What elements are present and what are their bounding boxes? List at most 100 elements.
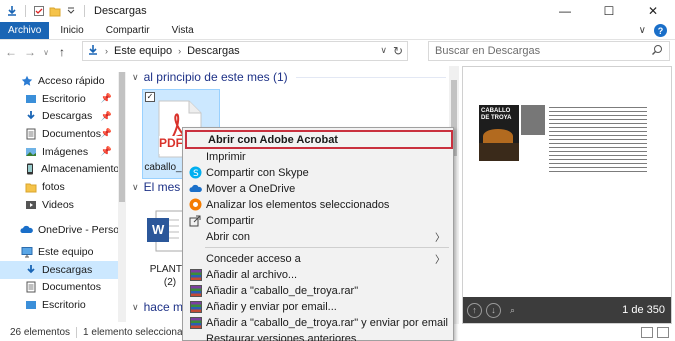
download-arrow-icon[interactable] xyxy=(6,5,18,17)
phone-storage-icon xyxy=(24,163,36,176)
large-icons-view-button[interactable] xyxy=(657,327,669,338)
menu-item-scan[interactable]: Analizar los elementos seleccionados xyxy=(185,196,453,213)
tab-compartir[interactable]: Compartir xyxy=(95,22,161,39)
submenu-arrow-icon: 〉 xyxy=(435,233,445,244)
ribbon-tabs: Archivo Inicio Compartir Vista ∨ ? xyxy=(0,22,675,40)
title-bar: Descargas — ☐ ✕ xyxy=(0,0,675,22)
refresh-icon[interactable]: ↻ xyxy=(393,44,403,58)
zoom-icon[interactable]: ⌕ xyxy=(505,303,520,318)
menu-item-restore-versions[interactable]: Restaurar versiones anteriores xyxy=(185,330,453,341)
selection-checkbox[interactable]: ✓ xyxy=(145,92,155,102)
nav-item-label: Imágenes xyxy=(42,145,89,158)
nav-pc-descargas[interactable]: Descargas xyxy=(0,260,118,279)
preview-pane: CABALLO DE TROYA ↑ ↓ ⌕ 1 de 350 xyxy=(462,66,672,324)
chevron-down-icon[interactable]: ∨ xyxy=(132,182,139,193)
menu-item-print[interactable]: Imprimir xyxy=(185,148,453,165)
breadcrumb-este-equipo[interactable]: Este equipo xyxy=(114,45,172,57)
minimize-button[interactable]: — xyxy=(543,0,587,22)
tab-archivo[interactable]: Archivo xyxy=(0,22,50,39)
nav-pc-escritorio[interactable]: Escritorio xyxy=(0,296,118,314)
computer-icon xyxy=(20,246,33,259)
nav-item-imagenes[interactable]: Imágenes 📌 xyxy=(0,143,118,161)
expand-ribbon-button[interactable]: ∨ xyxy=(639,25,646,36)
previous-page-icon[interactable]: ↑ xyxy=(467,302,482,318)
selection-count: 1 elemento seleccionado xyxy=(83,327,194,338)
menu-item-open-with[interactable]: Abrir con 〉 xyxy=(185,228,453,245)
search-input[interactable]: Buscar en Descargas xyxy=(428,41,670,61)
menu-item-add-to-rar[interactable]: Añadir a "caballo_de_troya.rar" xyxy=(185,282,453,299)
nav-item-descargas[interactable]: Descargas 📌 xyxy=(0,107,118,125)
nav-pc-documentos[interactable]: Documentos xyxy=(0,279,118,297)
nav-onedrive[interactable]: OneDrive - Personal xyxy=(0,222,118,240)
new-folder-icon[interactable] xyxy=(49,5,61,17)
nav-item-label: Almacenamiento interno xyxy=(41,163,118,176)
nav-item-label: fotos xyxy=(42,180,65,193)
pictures-icon xyxy=(24,145,37,158)
breadcrumb-chevron-icon[interactable]: › xyxy=(105,46,108,56)
nav-quick-access[interactable]: Acceso rápido xyxy=(0,72,118,90)
menu-item-move-onedrive[interactable]: Mover a OneDrive xyxy=(185,180,453,197)
chevron-down-icon[interactable]: ∨ xyxy=(132,72,139,83)
breadcrumb-descargas[interactable]: Descargas xyxy=(187,45,240,57)
nav-item-label: Descargas xyxy=(42,263,93,276)
menu-item-add-archive[interactable]: Añadir al archivo... xyxy=(185,266,453,283)
nav-item-almacenamiento[interactable]: Almacenamiento interno xyxy=(0,160,118,178)
maximize-button[interactable]: ☐ xyxy=(587,0,631,22)
menu-item-add-email[interactable]: Añadir y enviar por email... xyxy=(185,298,453,315)
nav-item-videos[interactable]: Videos xyxy=(0,196,118,214)
address-bar[interactable]: › Este equipo › Descargas ∨ ↻ xyxy=(82,41,408,61)
star-icon xyxy=(20,74,33,87)
group-header-months-ago[interactable]: ∨ hace m xyxy=(132,300,183,314)
submenu-arrow-icon: 〉 xyxy=(435,255,445,266)
forward-button[interactable]: → xyxy=(22,44,38,60)
breadcrumb-chevron-icon[interactable]: › xyxy=(178,46,181,56)
downloads-location-icon xyxy=(87,44,99,59)
window-title: Descargas xyxy=(94,5,147,17)
onedrive-icon xyxy=(20,224,33,237)
menu-item-open-with-acrobat[interactable]: Abrir con Adobe Acrobat xyxy=(185,130,453,149)
nav-este-equipo[interactable]: Este equipo xyxy=(0,243,118,261)
nav-item-label: Documentos xyxy=(42,127,101,140)
pin-icon: 📌 xyxy=(100,146,112,157)
next-page-icon[interactable]: ↓ xyxy=(486,302,501,318)
group-header-last-month[interactable]: ∨ El mes xyxy=(132,180,180,194)
nav-item-label: Documentos xyxy=(42,281,101,294)
status-separator xyxy=(76,327,78,338)
group-header-this-month[interactable]: ∨ al principio de este mes (1) xyxy=(132,70,446,84)
preview-body-text xyxy=(549,105,647,173)
menu-item-share[interactable]: Compartir xyxy=(185,212,453,229)
nav-item-label: Descargas xyxy=(42,110,93,123)
window-controls: — ☐ ✕ xyxy=(543,0,675,22)
winrar-icon xyxy=(189,284,202,297)
chevron-down-icon[interactable]: ∨ xyxy=(132,302,139,313)
address-dropdown-icon[interactable]: ∨ xyxy=(380,45,387,56)
menu-item-share-skype[interactable]: S Compartir con Skype xyxy=(185,164,453,181)
menu-item-add-rar-email[interactable]: Añadir a "caballo_de_troya.rar" y enviar… xyxy=(185,314,453,331)
tab-inicio[interactable]: Inicio xyxy=(49,22,94,39)
up-button[interactable]: ↑ xyxy=(54,44,70,60)
nav-item-label: Acceso rápido xyxy=(38,74,105,87)
pin-icon: 📌 xyxy=(100,93,112,104)
onedrive-icon xyxy=(189,182,202,195)
menu-item-give-access[interactable]: Conceder acceso a 〉 xyxy=(185,250,453,267)
details-view-button[interactable] xyxy=(641,327,653,338)
nav-item-label: Escritorio xyxy=(42,299,86,312)
chevron-down-icon[interactable] xyxy=(65,5,77,17)
scrollbar-thumb[interactable] xyxy=(119,72,125,202)
pin-icon: 📌 xyxy=(100,128,112,139)
nav-item-escritorio[interactable]: Escritorio 📌 xyxy=(0,90,118,108)
tab-vista[interactable]: Vista xyxy=(161,22,205,39)
nav-item-label: OneDrive - Personal xyxy=(38,224,118,237)
recent-locations-button[interactable]: ∨ xyxy=(41,44,51,60)
navigation-scrollbar[interactable] xyxy=(118,72,126,322)
nav-item-label: Este equipo xyxy=(38,246,94,259)
toolbar-separator xyxy=(84,5,85,17)
nav-item-documentos[interactable]: Documentos 📌 xyxy=(0,125,118,143)
documents-icon xyxy=(24,127,37,140)
properties-icon[interactable] xyxy=(33,5,45,17)
back-button[interactable]: ← xyxy=(3,44,19,60)
nav-item-fotos[interactable]: fotos xyxy=(0,178,118,196)
downloads-icon xyxy=(24,110,37,123)
close-button[interactable]: ✕ xyxy=(631,0,675,22)
help-icon[interactable]: ? xyxy=(654,24,667,37)
